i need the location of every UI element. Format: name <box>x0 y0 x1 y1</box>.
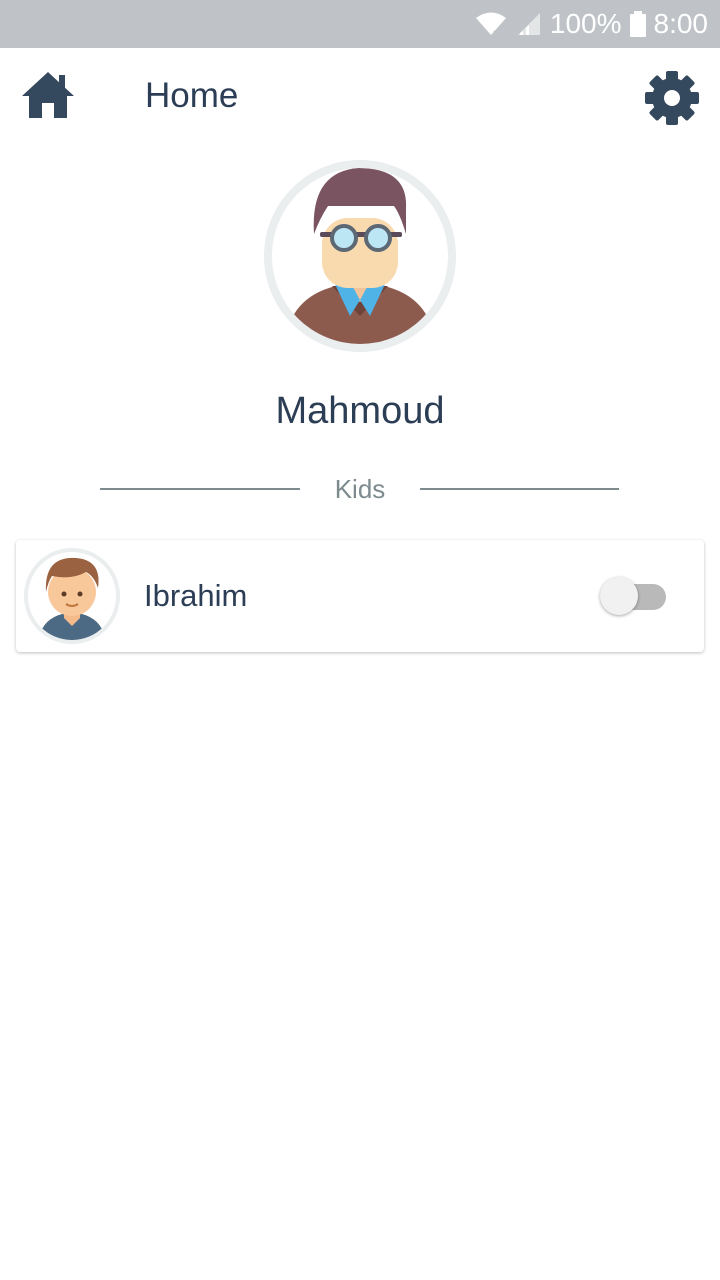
kid-toggle-switch[interactable] <box>600 576 668 616</box>
boy-avatar <box>24 548 120 644</box>
profile-avatar[interactable] <box>264 160 456 352</box>
battery-icon <box>629 11 646 37</box>
signal-icon <box>516 11 542 37</box>
wifi-icon <box>474 11 508 37</box>
clock: 8:00 <box>653 8 709 39</box>
profile-name: Mahmoud <box>275 390 445 432</box>
battery-text: 100% <box>549 8 622 39</box>
kid-list-item[interactable]: Ibrahim <box>16 540 704 652</box>
app-bar: Home <box>0 48 720 148</box>
toggle-thumb <box>600 577 638 615</box>
kid-name: Ibrahim <box>144 578 248 613</box>
kids-section-label: Kids <box>334 474 386 504</box>
divider-left <box>100 488 300 490</box>
home-icon[interactable] <box>20 70 76 120</box>
gear-icon[interactable] <box>644 70 700 126</box>
divider-right <box>420 488 619 490</box>
status-bar: 100% 8:00 <box>0 0 720 48</box>
page-title: Home <box>145 76 239 115</box>
